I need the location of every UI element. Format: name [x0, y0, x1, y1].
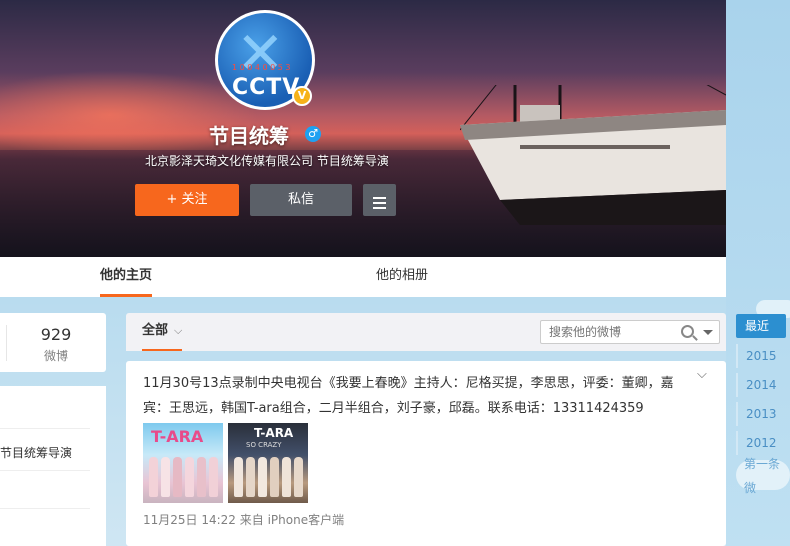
figure — [294, 457, 303, 497]
search-dropdown-icon[interactable] — [703, 330, 713, 335]
divider — [0, 428, 90, 429]
search-icon[interactable] — [681, 325, 694, 338]
figure — [282, 457, 291, 497]
post-image[interactable]: T-ARA — [143, 423, 223, 503]
profile-tabbar: 他的主页 他的相册 — [0, 257, 726, 297]
avatar-cctv-text: CCTV — [232, 75, 301, 100]
figure — [234, 457, 243, 497]
figure — [149, 457, 158, 497]
weibo-count-label[interactable]: 微博 — [34, 347, 78, 364]
timeline-2015[interactable]: 2015 — [736, 344, 777, 368]
timeline-recent[interactable]: 最近 — [736, 314, 786, 338]
filter-all-dropdown[interactable]: 全部 ⌵ — [142, 313, 183, 351]
post-source: 来自 iPhone客户端 — [239, 513, 345, 527]
post-text: 11月30号13点录制中央电视台《我要上春晚》主持人：尼格买提，李思思，评委：董… — [143, 376, 674, 416]
tab-album[interactable]: 他的相册 — [376, 257, 428, 297]
figure — [197, 457, 206, 497]
filter-label: 全部 — [142, 323, 169, 338]
verified-icon: V — [292, 86, 312, 106]
post-time[interactable]: 11月25日 14:22 — [143, 513, 236, 527]
more-menu-button[interactable] — [363, 184, 396, 216]
profile-intro: 北京影泽天琦文化传媒有限公司 节目统筹导演 — [145, 154, 389, 168]
tab-home[interactable]: 他的主页 — [100, 257, 153, 297]
post-image[interactable]: T-ARA SO CRAZY — [228, 423, 308, 503]
divider — [0, 470, 90, 471]
figure — [270, 457, 279, 497]
post-meta: 11月25日 14:22 来自 iPhone客户端 — [143, 511, 344, 528]
figure — [185, 457, 194, 497]
weibo-count[interactable]: 929 — [34, 325, 78, 344]
image-title-text: T-ARA — [254, 426, 294, 440]
weibo-post: 11月30号13点录制中央电视台《我要上春晚》主持人：尼格买提，李思思，评委：董… — [126, 361, 726, 546]
profile-name: 节目统筹 — [209, 124, 289, 148]
profile-cover: ✕ 1 0 0 4 0 0 5 3 CCTV V 节目统筹 ♂ 北京影泽天琦文化… — [0, 0, 726, 257]
timeline-2013[interactable]: 2013 — [736, 402, 777, 426]
chevron-down-icon[interactable]: ⌵ — [697, 367, 711, 382]
figure — [209, 457, 218, 497]
image-subtitle-text: SO CRAZY — [246, 441, 282, 449]
chevron-down-icon: ⌵ — [174, 324, 183, 337]
search-box[interactable] — [540, 320, 720, 344]
follow-button[interactable]: + 关注 — [135, 184, 239, 216]
divider — [6, 325, 7, 361]
stats-card: 929 微博 — [0, 313, 106, 372]
timeline-2014[interactable]: 2014 — [736, 373, 777, 397]
figure — [258, 457, 267, 497]
male-icon: ♂ — [305, 126, 321, 142]
message-button[interactable]: 私信 — [250, 184, 352, 216]
feed-header: 全部 ⌵ — [126, 313, 726, 351]
figure — [173, 457, 182, 497]
figure — [161, 457, 170, 497]
ship-illustration — [460, 85, 726, 225]
timeline-first-post[interactable]: 第一条微 — [736, 452, 790, 495]
avatar-red-text: 1 0 0 4 0 0 5 3 — [232, 63, 291, 72]
menu-icon — [363, 184, 396, 209]
divider — [0, 508, 90, 509]
info-intro-text: 节目统筹导演 — [0, 446, 73, 460]
image-title-text: T-ARA — [151, 427, 204, 446]
search-input[interactable] — [549, 321, 679, 343]
info-card: 节目统筹导演 — [0, 386, 106, 546]
figure — [246, 457, 255, 497]
